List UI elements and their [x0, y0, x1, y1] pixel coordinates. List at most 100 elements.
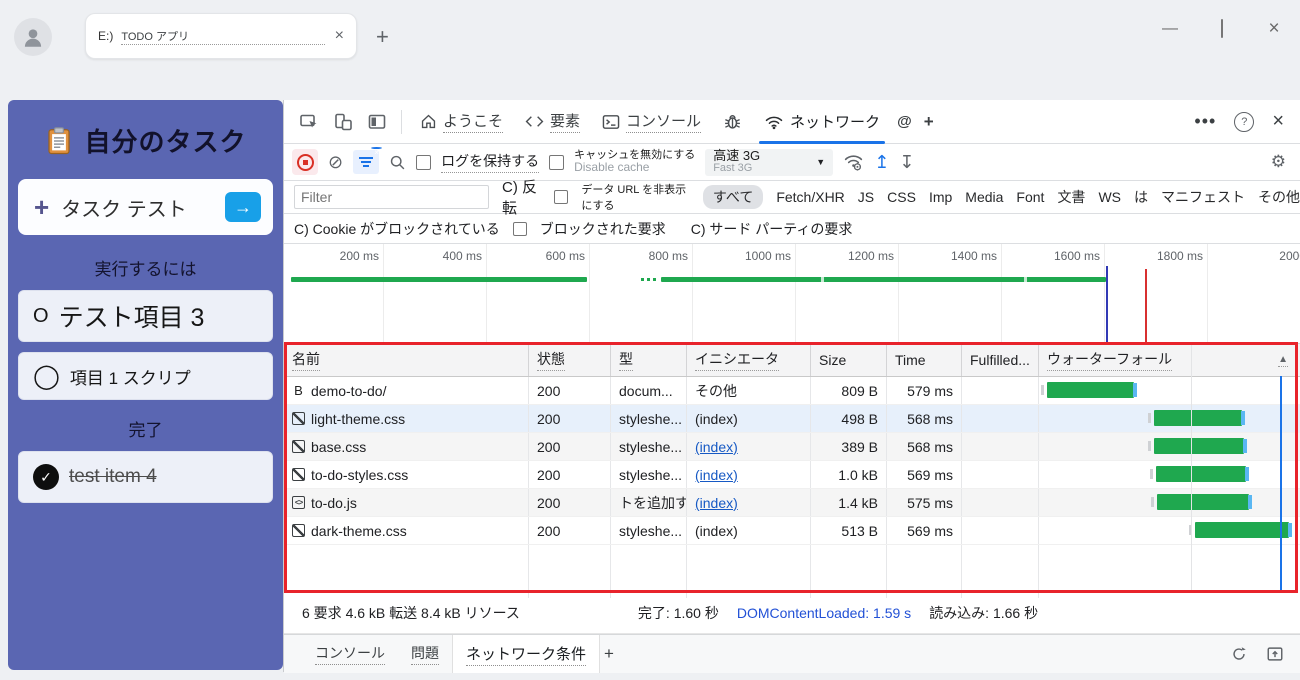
tab-welcome[interactable]: ようこそ — [411, 100, 512, 144]
drawer-tab-console[interactable]: コンソール — [302, 635, 398, 673]
network-overview-timeline[interactable]: 200 ms 400 ms 600 ms 800 ms 1000 ms 1200 ms 14… — [284, 244, 1300, 344]
filter-pill[interactable]: Fetch/XHR — [776, 189, 844, 205]
column-header[interactable]: 名前 — [284, 344, 529, 376]
devtools-more-icon[interactable]: ••• — [1194, 111, 1216, 132]
column-header[interactable]: Size — [811, 344, 887, 376]
activity-at-icon[interactable]: @ — [893, 113, 916, 130]
maximize-button[interactable] — [1196, 19, 1248, 38]
clipboard-icon — [48, 126, 71, 154]
todo-checkbox[interactable]: O — [33, 305, 49, 328]
filter-pill[interactable]: CSS — [887, 189, 916, 205]
timeline-tick-label: 1200 ms — [847, 249, 894, 263]
network-conditions-icon[interactable] — [843, 153, 864, 171]
request-time: 575 ms — [887, 489, 962, 516]
request-initiator[interactable]: (index) — [687, 461, 811, 488]
network-settings-gear-icon[interactable]: ⚙ — [1271, 152, 1286, 172]
drawer-tab-issues[interactable]: 問題 — [398, 635, 452, 673]
new-task-text[interactable]: タスク テスト — [61, 193, 225, 222]
timeline-tick-label: 200 ms — [339, 249, 379, 263]
column-header[interactable]: イニシエータ — [687, 344, 811, 376]
table-row[interactable]: light-theme.css 200 styleshe... (index) … — [284, 405, 1300, 433]
tab-network[interactable]: ネットワーク — [755, 100, 889, 144]
profile-avatar[interactable] — [14, 18, 52, 56]
devtools-close-icon[interactable]: × — [1272, 110, 1284, 133]
filter-pill[interactable]: JS — [858, 189, 874, 205]
import-har-icon[interactable]: ↥ — [874, 152, 889, 173]
table-row[interactable]: dark-theme.css 200 styleshe... (index) 5… — [284, 517, 1300, 545]
request-size: 513 B — [811, 517, 887, 544]
request-initiator[interactable]: (index) — [687, 489, 811, 516]
export-har-icon[interactable]: ↧ — [899, 152, 914, 173]
todo-item[interactable]: ◯ 項目 1 スクリプ — [18, 352, 273, 400]
device-emulation-button[interactable] — [328, 107, 358, 137]
table-row[interactable]: base.css 200 styleshe... (index) 389 B 5… — [284, 433, 1300, 461]
todo-item[interactable]: O テスト項目 3 — [18, 290, 273, 342]
browser-tab[interactable]: E:) TODO アプリ × — [85, 13, 357, 59]
drawer-add-tab-button[interactable]: + — [604, 644, 614, 664]
request-initiator[interactable]: (index) — [687, 433, 811, 460]
waterfall-bar — [1189, 522, 1292, 538]
todo-app-title: 自分のタスク — [84, 127, 247, 157]
request-initiator[interactable]: (index) — [687, 517, 811, 544]
tab-elements[interactable]: 要素 — [516, 100, 589, 144]
help-icon[interactable]: ? — [1234, 111, 1255, 132]
filter-pill[interactable]: 文書 — [1057, 187, 1085, 207]
filter-toggle-button[interactable]: × — [353, 147, 383, 174]
table-row[interactable]: <> to-do.js 200 トを追加する (index) 1.4 kB 575… — [284, 489, 1300, 517]
tab-debugger[interactable] — [714, 100, 751, 144]
column-header[interactable]: 状態 — [529, 344, 611, 376]
filter-pill[interactable]: その他 — [1258, 187, 1300, 207]
filter-pill[interactable]: は — [1134, 187, 1148, 207]
filter-pill[interactable]: すべて — [702, 185, 764, 209]
dock-side-button[interactable] — [362, 107, 392, 137]
blocked-cookies-label[interactable]: C) Cookie がブロックされている — [294, 219, 500, 239]
rotate-icon[interactable] — [1230, 645, 1248, 663]
filter-pill[interactable]: Font — [1016, 189, 1044, 205]
new-tab-button[interactable]: + — [376, 24, 389, 50]
column-header[interactable]: ウォーターフォール ▲ — [1039, 344, 1296, 376]
invert-filter-label[interactable]: C) 反転 — [502, 176, 541, 218]
tab-close-icon[interactable]: × — [335, 27, 344, 45]
new-task-input[interactable]: + タスク テスト → — [18, 179, 273, 235]
more-tools-button[interactable]: + — [920, 112, 938, 132]
request-fulfilled — [962, 377, 1039, 404]
blocked-requests-checkbox[interactable] — [512, 221, 527, 236]
column-header[interactable]: Fulfilled... — [962, 344, 1039, 376]
done-checkbox[interactable]: ✓ — [33, 464, 59, 490]
filter-pill[interactable]: Media — [965, 189, 1003, 205]
column-header[interactable]: 型 — [611, 344, 687, 376]
minimize-button[interactable]: — — [1144, 20, 1196, 38]
preserve-log-checkbox[interactable] — [416, 154, 432, 170]
request-name: dark-theme.css — [311, 522, 407, 539]
filter-pill[interactable]: Imp — [929, 189, 952, 205]
request-initiator[interactable]: その他 — [687, 377, 811, 404]
request-fulfilled — [962, 489, 1039, 516]
throttling-dropdown[interactable]: 高速 3G Fast 3G ▼ — [705, 148, 834, 176]
table-row[interactable]: Bdemo-to-do/ 200 docum... その他 809 B 579 … — [284, 377, 1300, 405]
third-party-label[interactable]: C) サード パーティの要求 — [691, 219, 853, 239]
drawer-tab-network-conditions[interactable]: ネットワーク条件 — [452, 635, 601, 673]
request-initiator[interactable]: (index) — [687, 405, 811, 432]
expand-drawer-icon[interactable] — [1266, 645, 1284, 663]
add-task-icon: + — [34, 191, 50, 222]
todo-checkbox[interactable]: ◯ — [33, 362, 60, 391]
waterfall-bar — [1148, 410, 1245, 426]
clear-button[interactable]: ⊘ — [328, 152, 343, 173]
done-item[interactable]: ✓ test item 4 — [18, 451, 273, 503]
search-icon[interactable] — [389, 154, 406, 171]
record-button[interactable] — [292, 149, 318, 175]
filter-input[interactable] — [294, 185, 489, 209]
column-header[interactable]: Time — [887, 344, 962, 376]
hide-data-urls-checkbox[interactable] — [554, 190, 569, 204]
tab-console[interactable]: コンソール — [593, 100, 710, 144]
disable-cache-checkbox[interactable] — [549, 154, 565, 170]
table-row[interactable]: to-do-styles.css 200 styleshe... (index)… — [284, 461, 1300, 489]
add-task-button[interactable]: → — [225, 192, 261, 222]
timeline-gridline — [795, 244, 796, 343]
filter-pill[interactable]: マニフェスト — [1161, 187, 1245, 207]
inspect-element-button[interactable] — [294, 107, 324, 137]
window-close-button[interactable]: × — [1248, 18, 1300, 40]
network-summary-bar: 6 要求 4.6 kB 転送 8.4 kB リソース 完了: 1.60 秒 DO… — [284, 593, 1300, 634]
filter-pill[interactable]: WS — [1098, 189, 1121, 205]
request-initiator[interactable] — [687, 545, 811, 598]
